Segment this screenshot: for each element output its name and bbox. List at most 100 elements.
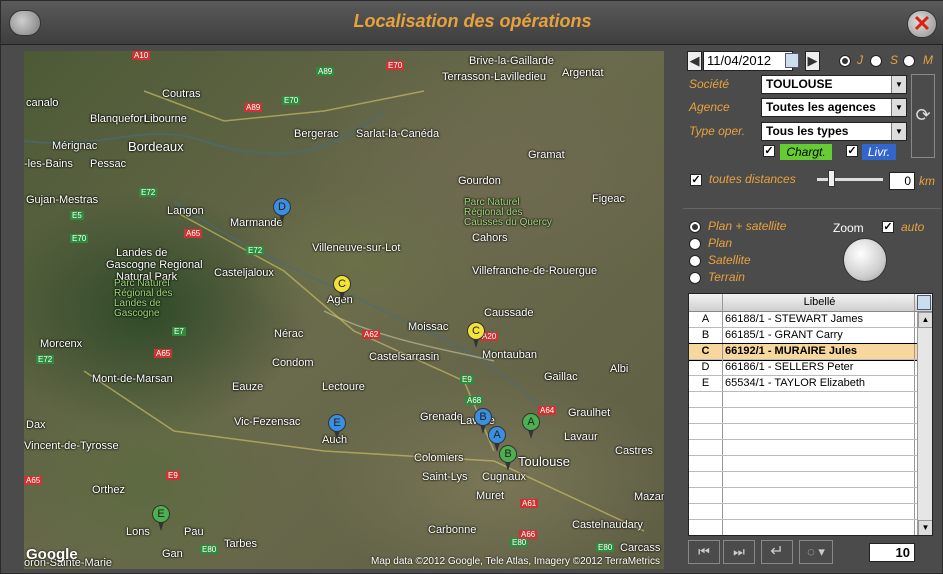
distance-slider-thumb[interactable] [828,170,835,187]
agence-value: Toutes les agences [766,100,876,114]
close-button[interactable]: ✕ [907,10,937,38]
next-date-button[interactable]: ▶ [805,51,820,71]
map-place-label: Saint-Lys [422,471,468,483]
table-row[interactable] [689,440,917,456]
type-select[interactable]: Tous les types ▼ [761,122,907,141]
road-shield: A65 [24,476,43,485]
map-place-label: Carbonne [428,524,477,536]
agence-select[interactable]: Toutes les agences ▼ [761,98,907,117]
table-cell-key: A [689,312,723,327]
map-marker-label: C [467,322,485,340]
view-terrain-radio[interactable] [689,272,701,284]
chargt-checkbox[interactable]: ✓ [763,145,775,157]
table-row[interactable] [689,488,917,504]
type-value: Tous les types [766,124,849,138]
map-place-label: Dax [26,419,46,431]
map-view[interactable]: Brive-la-Gaillarde Argentat Terrasson-Lavi… [24,51,664,569]
view-satellite-radio[interactable] [689,255,701,267]
table-row[interactable] [689,504,917,520]
table-row[interactable]: C 66192/1 - MURAIRE Jules [689,343,918,361]
calendar-icon[interactable] [785,53,799,68]
table-row[interactable]: A 66188/1 - STEWART James [689,312,917,328]
table-row[interactable] [689,520,917,535]
chevron-down-icon: ▼ [891,76,906,93]
table-cell-key [689,456,723,471]
table-row[interactable]: D 66186/1 - SELLERS Peter [689,360,917,376]
all-distances-checkbox[interactable]: ✓ [690,174,702,186]
first-record-button[interactable]: ⏮ [688,540,720,564]
livr-checkbox[interactable]: ✓ [846,145,858,157]
map-place-label: Orthez [92,484,126,496]
return-button[interactable]: ↵ [761,540,793,564]
table-row[interactable] [689,424,917,440]
last-record-button[interactable]: ⏭ [723,540,755,564]
table-cell-key [689,440,723,455]
refresh-button[interactable]: ⟳ [911,74,935,158]
scroll-up-icon[interactable]: ▲ [918,312,932,328]
map-place-label: Terrasson-Lavilledieu [442,71,546,83]
road-shield: A10 [132,51,151,60]
distance-unit: km [919,174,935,188]
map-marker-pin[interactable]: C [467,322,485,350]
window-title: Localisation des opérations [353,11,592,31]
map-attribution: Map data ©2012 Google, Tele Atlas, Image… [371,556,660,567]
map-marker-pin[interactable]: B [499,445,517,473]
table-cell-libelle: 66185/1 - GRANT Carry [723,328,915,343]
map-place-label: Carcass [620,542,661,554]
table-row[interactable] [689,472,917,488]
table-row[interactable] [689,408,917,424]
table-row[interactable]: B 66185/1 - GRANT Carry [689,328,917,344]
period-week-radio[interactable] [870,55,882,67]
map-marker-pin[interactable]: A [522,413,540,441]
map-marker-pin[interactable]: D [273,198,291,226]
map-place-label: Grenade [420,411,463,423]
table-cell-libelle: 66192/1 - MURAIRE Jules [723,344,915,359]
map-place-label: Nérac [274,328,304,340]
table-cell-libelle [723,472,915,487]
map-marker-pin[interactable]: E [328,414,346,442]
view-satellite-label: Satellite [708,253,751,267]
table-row[interactable] [689,456,917,472]
table-row[interactable]: E 65534/1 - TAYLOR Elizabeth [689,376,917,392]
options-button[interactable]: ◌ ▾ [799,540,833,564]
map-place-label: Lavaur [564,431,598,443]
trash-icon[interactable] [917,295,931,310]
table-cell-key [689,504,723,519]
view-plan-satellite-radio[interactable] [689,221,701,233]
scroll-down-icon[interactable]: ▼ [918,520,932,535]
road-shield: A65 [184,229,203,238]
period-month-radio[interactable] [903,55,915,67]
road-shield: E5 [70,211,84,220]
map-place-label: Langon [167,205,204,217]
map-place-label: Parc Naturel Régional des Landes de Gasc… [114,278,173,319]
societe-label: Société [689,77,730,91]
record-count-field[interactable]: 10 [869,543,915,562]
road-shield: A61 [520,499,539,508]
period-day-radio[interactable] [839,55,851,67]
previous-date-button[interactable]: ◀ [687,51,702,71]
map-marker-label: E [152,505,170,523]
map-place-label: Coutras [162,88,201,100]
map-place-label: Vic-Fezensac [234,416,301,428]
distance-field[interactable]: 0 [889,172,915,190]
map-place-label: Mérignac [52,140,98,152]
zoom-knob[interactable] [843,238,887,282]
table-cell-key: D [689,360,723,375]
road-shield: E9 [460,375,474,384]
map-place-label: Mazamet [634,491,664,503]
table-header-libelle[interactable]: Libellé [723,294,915,311]
auto-zoom-checkbox[interactable]: ✓ [882,221,894,233]
view-plan-radio[interactable] [689,238,701,250]
table-scrollbar[interactable]: ▲ ▼ [917,312,932,535]
road-shield: A64 [538,406,557,415]
map-place-label: Landes de [116,247,168,259]
map-marker-label: B [499,445,517,463]
societe-select[interactable]: TOULOUSE ▼ [761,75,907,94]
societe-value: TOULOUSE [766,77,833,91]
map-marker-pin[interactable]: C [333,275,351,303]
distance-slider-track[interactable] [817,178,883,181]
date-field[interactable]: 11/04/2012 [703,51,793,71]
table-row[interactable] [689,392,917,408]
map-marker-pin[interactable]: E [152,505,170,533]
table-cell-key [689,392,723,407]
